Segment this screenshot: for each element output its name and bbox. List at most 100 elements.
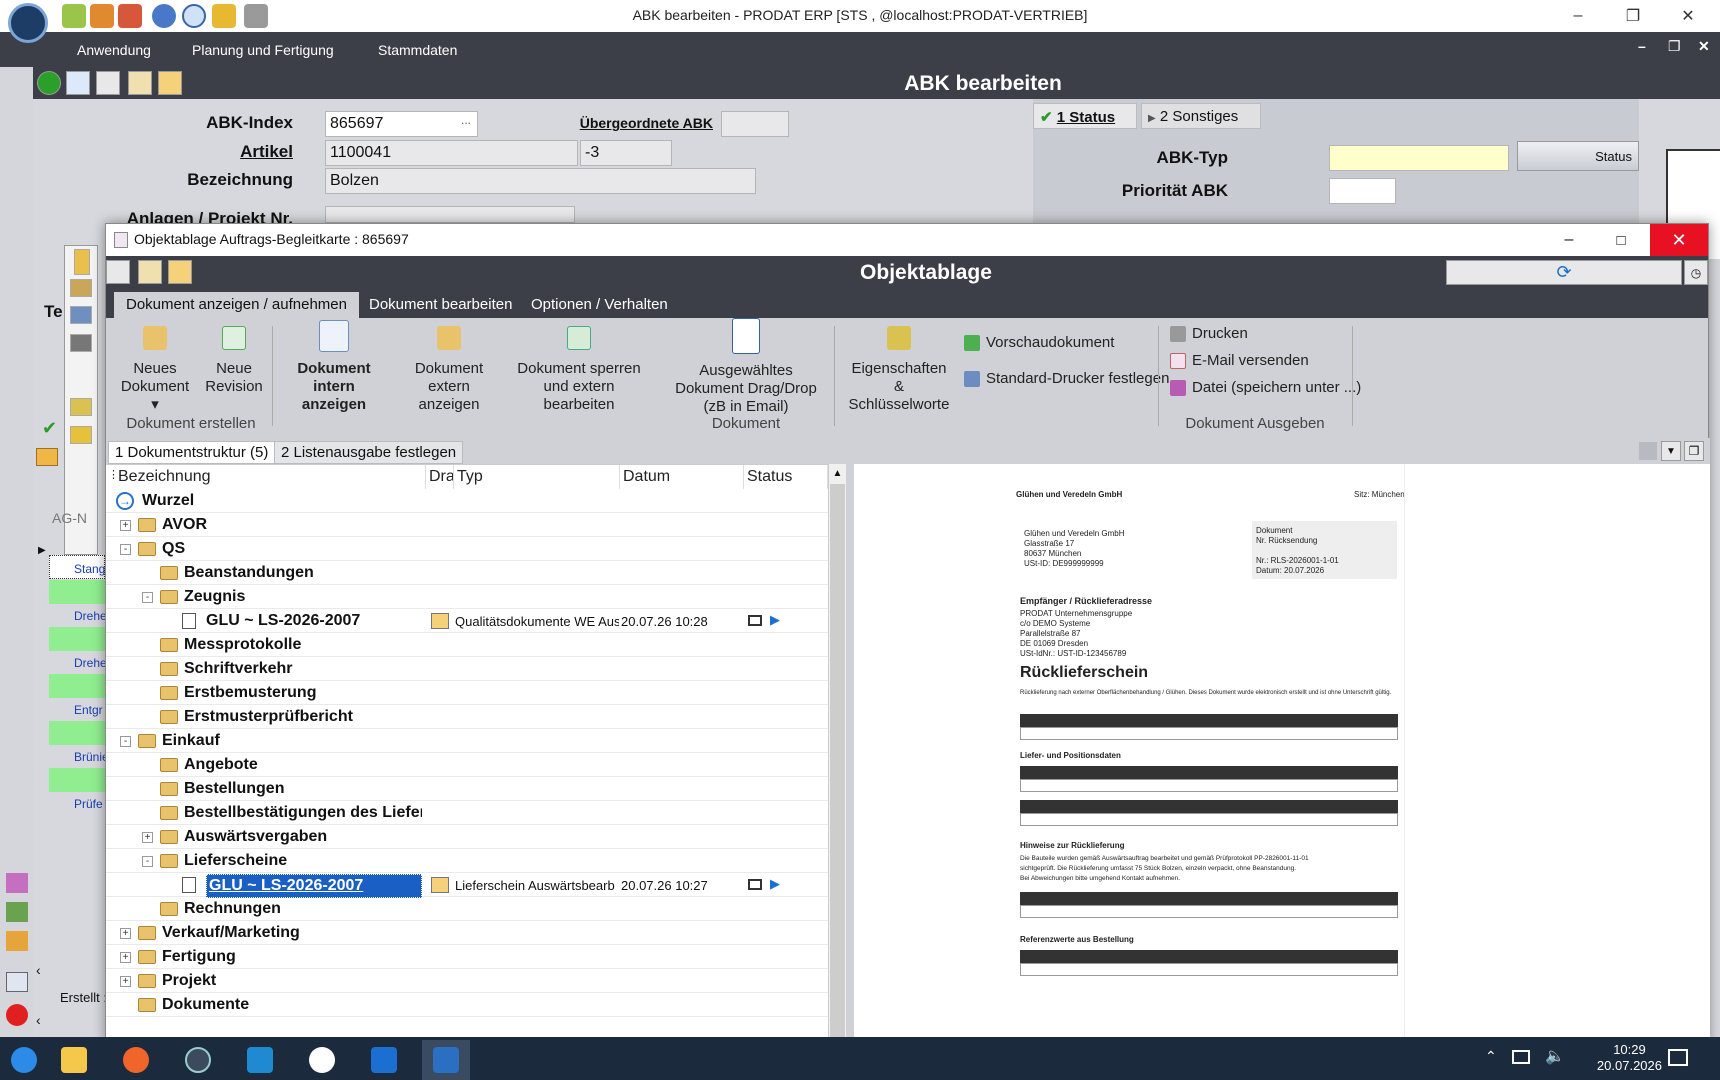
tree-folder-row[interactable]: - Zeugnis (106, 585, 828, 609)
archive-icon[interactable] (70, 426, 92, 444)
camera-icon[interactable] (70, 334, 92, 352)
menu-anwendung[interactable]: Anwendung (77, 42, 151, 58)
stop-icon[interactable] (6, 1004, 28, 1026)
uebergeordnete-abk-field[interactable] (721, 111, 789, 137)
col-dra[interactable]: Dra (426, 465, 454, 489)
tree-scrollbar[interactable]: ▲ (828, 464, 846, 1044)
menu-planung[interactable]: Planung und Fertigung (192, 42, 334, 58)
history-icon[interactable]: ◷ (1684, 260, 1708, 285)
expand-icon[interactable]: + (120, 976, 131, 987)
behind-scroll-left-icon-2[interactable]: ‹ (36, 1012, 41, 1028)
side-icon-2[interactable] (6, 902, 28, 922)
col-status[interactable]: Status (744, 465, 828, 489)
taskbar-firefox[interactable] (112, 1040, 160, 1080)
col-typ[interactable]: Typ (454, 465, 620, 489)
collapse-icon[interactable]: - (142, 592, 153, 603)
tab-status[interactable]: ✔ 1 Status (1033, 103, 1137, 129)
taskbar-ie[interactable] (0, 1040, 48, 1080)
tree-folder-row[interactable]: Messprotokolle (106, 633, 828, 657)
search-doc-icon[interactable] (158, 71, 182, 95)
mdi-close-icon[interactable]: ✕ (1698, 38, 1710, 55)
collapse-icon[interactable]: - (120, 544, 131, 555)
intern-anzeigen-button[interactable]: Dokument intern anzeigen (284, 320, 384, 414)
tree-document-row[interactable]: GLU ~ LS-2026-2007 Lieferschein Auswärtsb… (106, 873, 828, 898)
behind-row-green-5[interactable] (49, 768, 105, 792)
dialog-close-icon[interactable]: ✕ (1650, 224, 1708, 256)
mdi-minimize-icon[interactable]: – (1638, 38, 1646, 54)
artikel-label[interactable]: Artikel (153, 142, 293, 162)
tag-icon[interactable] (70, 398, 92, 416)
dlg-clipboard-icon[interactable] (138, 260, 162, 284)
drag-archive-icon[interactable] (431, 877, 449, 893)
collapse-icon[interactable]: - (120, 736, 131, 747)
restore-icon[interactable]: ❐ (1608, 0, 1658, 32)
prodat-logo-icon[interactable] (8, 3, 48, 43)
drucken-button[interactable]: Drucken (1170, 325, 1248, 342)
drag-drop-button[interactable]: Ausgewähltes Dokument Drag/Drop (zB in E… (666, 318, 826, 416)
tree-folder-row[interactable]: Rechnungen (106, 897, 828, 921)
standard-drucker-button[interactable]: Standard-Drucker festlegen (964, 370, 1169, 387)
ribbon-tab-bearbeiten[interactable]: Dokument bearbeiten (357, 292, 524, 318)
tree-folder-row[interactable]: - Lieferscheine (106, 849, 828, 873)
tree-folder-row[interactable]: + Auswärtsvergaben (106, 825, 828, 849)
tree-folder-row[interactable]: - QS (106, 537, 828, 561)
tree-folder-row[interactable]: Angebote (106, 753, 828, 777)
abk-typ-field[interactable] (1329, 145, 1509, 171)
copy-icon[interactable] (96, 71, 120, 95)
behind-row-green-2[interactable] (49, 627, 105, 651)
uebergeordnete-abk-label[interactable]: Übergeordnete ABK (533, 115, 713, 131)
dlg-copy-icon[interactable] (106, 260, 130, 284)
tree-folder-row[interactable]: + Verkauf/Marketing (106, 921, 828, 945)
network-icon[interactable] (1512, 1050, 1530, 1064)
folders-icon[interactable] (70, 279, 92, 297)
play-icon[interactable]: ▶ (770, 612, 780, 628)
save-check-icon[interactable] (37, 71, 61, 95)
sperren-button[interactable]: Dokument sperren und extern bearbeiten (512, 326, 646, 414)
behind-row-green-4[interactable] (49, 721, 105, 745)
collapse-icon[interactable]: - (142, 856, 153, 867)
tree-folder-row[interactable]: + Projekt (106, 969, 828, 993)
neue-revision-button[interactable]: Neue Revision (202, 326, 266, 396)
expand-icon[interactable]: + (142, 832, 153, 843)
scroll-up-icon[interactable]: ▲ (829, 464, 846, 482)
refresh-button[interactable]: ⟳ (1446, 260, 1682, 285)
tree-folder-row[interactable]: + Fertigung (106, 945, 828, 969)
notification-icon[interactable] (1668, 1049, 1688, 1066)
tree-folder-row[interactable]: → Wurzel (106, 489, 828, 513)
grid-icon[interactable] (36, 448, 58, 466)
status-button[interactable]: Status (1517, 141, 1639, 171)
expand-icon[interactable]: + (120, 952, 131, 963)
artikel-field[interactable]: 1100041 (325, 140, 578, 166)
side-icon-4[interactable] (6, 972, 28, 992)
preview-menu-icon[interactable]: ▼ (1661, 441, 1681, 461)
tree-folder-row[interactable]: Bestellungen (106, 777, 828, 801)
play-icon[interactable]: ▶ (770, 876, 780, 892)
expand-icon[interactable]: + (120, 520, 131, 531)
col-datum[interactable]: Datum (620, 465, 744, 489)
dialog-minimize-icon[interactable]: – (1544, 224, 1594, 256)
dlg-search-icon[interactable] (168, 260, 192, 284)
clipboard-icon[interactable] (128, 71, 152, 95)
scroll-thumb[interactable] (830, 484, 845, 1044)
tree-folder-row[interactable]: Beanstandungen (106, 561, 828, 585)
extern-anzeigen-button[interactable]: Dokument extern anzeigen (400, 326, 498, 414)
behind-scroll-left-icon[interactable]: ‹ (36, 962, 41, 978)
dialog-maximize-icon[interactable]: □ (1596, 224, 1646, 256)
preview-window-icon[interactable]: ❐ (1684, 441, 1704, 461)
tab-sonstiges[interactable]: ▶ 2 Sonstiges (1141, 103, 1261, 129)
side-icon-1[interactable] (6, 873, 28, 893)
tab-listenausgabe[interactable]: 2 Listenausgabe festlegen (274, 441, 464, 464)
tray-chevron-icon[interactable]: ⌃ (1485, 1048, 1497, 1065)
side-icon-3[interactable] (6, 931, 28, 951)
anlagen-field[interactable] (325, 206, 575, 223)
expand-icon[interactable]: + (120, 928, 131, 939)
splitter[interactable] (846, 438, 854, 1044)
behind-row-green-1[interactable] (49, 580, 105, 604)
tree-folder-row[interactable]: Dokumente (106, 993, 828, 1017)
tree-folder-row[interactable]: Erstbemusterung (106, 681, 828, 705)
ribbon-tab-anzeigen[interactable]: Dokument anzeigen / aufnehmen (114, 292, 359, 318)
tree-folder-row[interactable]: Bestellbestätigungen des Lieferanten (106, 801, 828, 825)
taskbar-teamviewer[interactable] (298, 1040, 346, 1080)
datei-button[interactable]: Datei (speichern unter ...) (1170, 379, 1361, 396)
taskbar-app4[interactable] (174, 1040, 222, 1080)
